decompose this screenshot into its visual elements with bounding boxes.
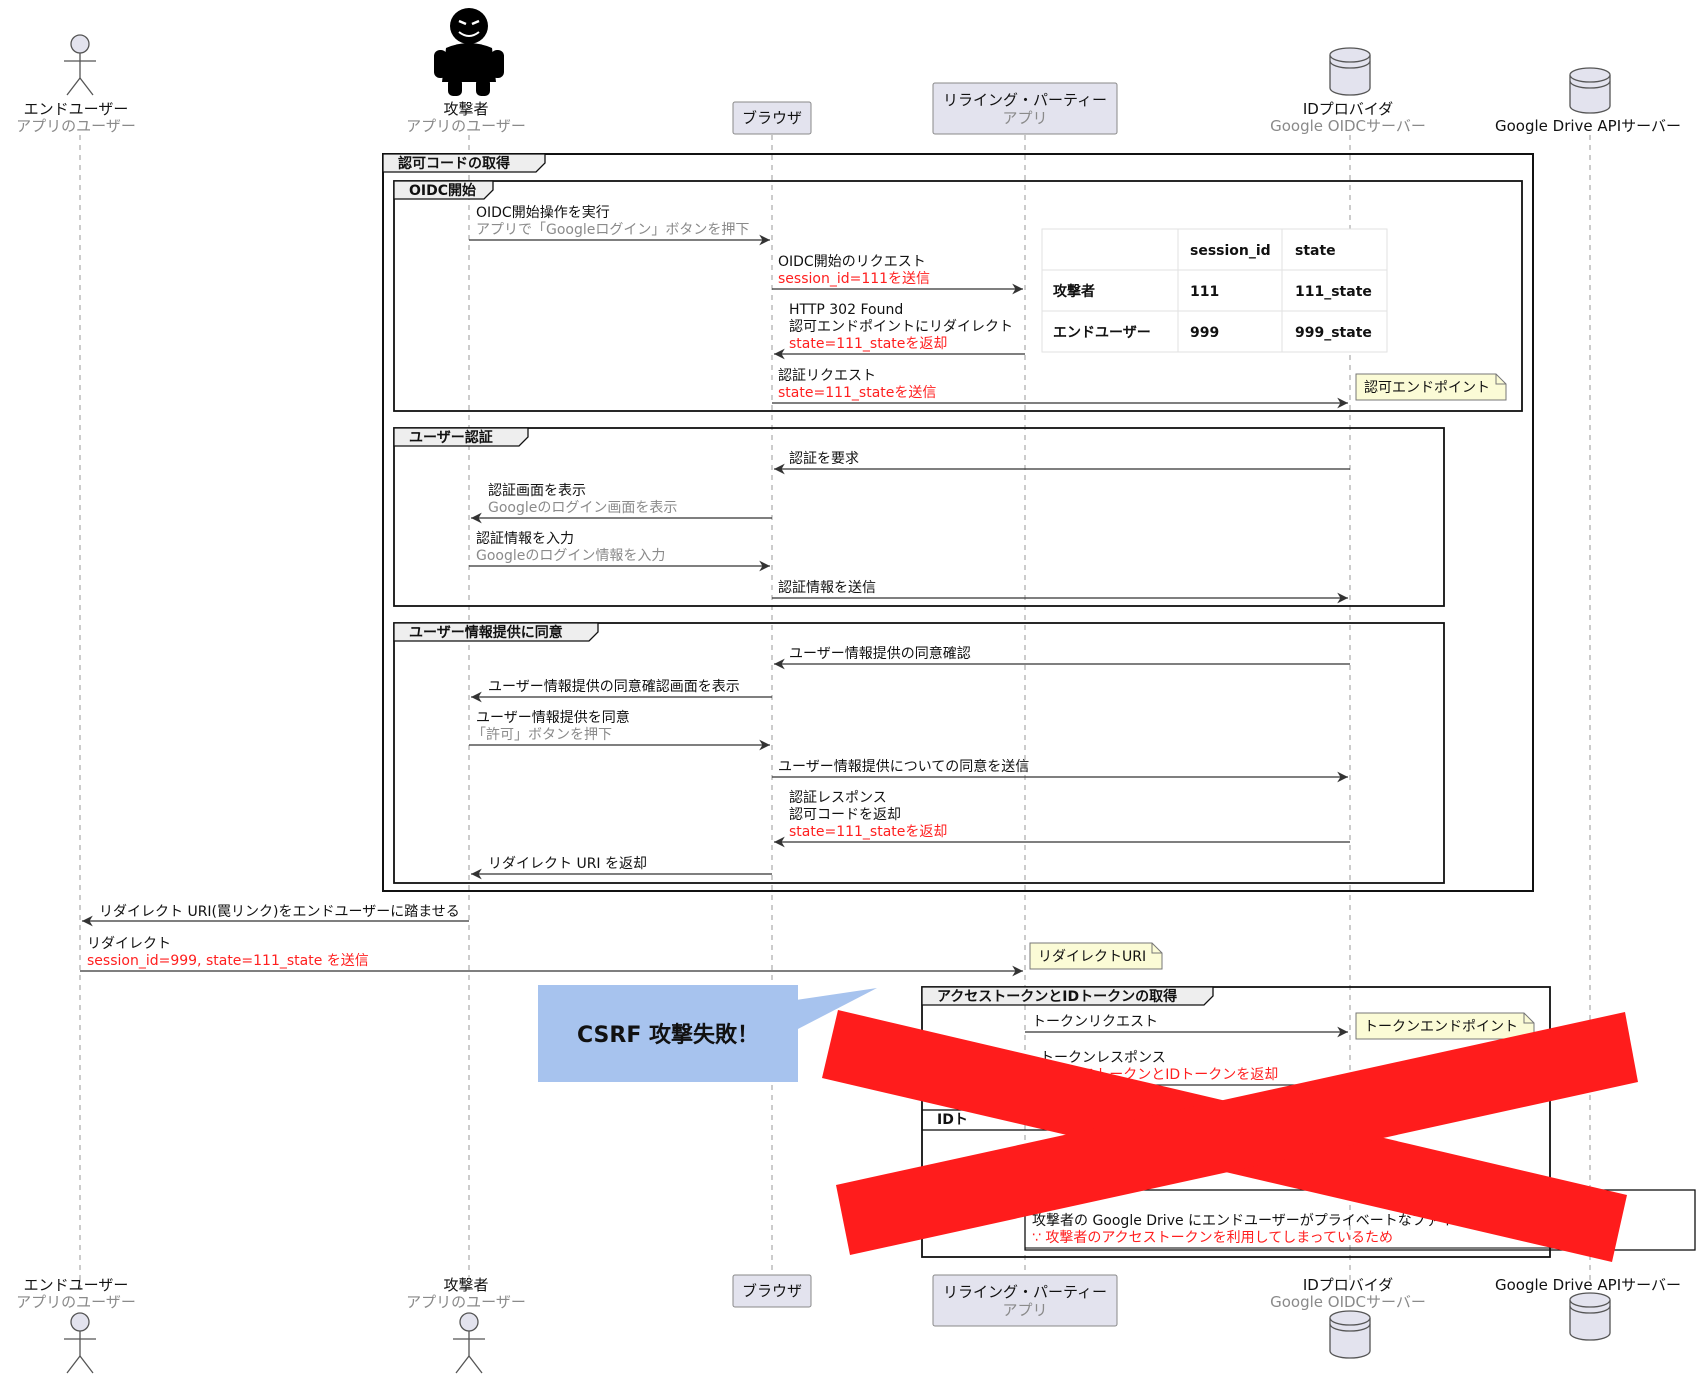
- participant-sub: アプリのユーザー: [16, 117, 136, 135]
- msg-m11-line1: ユーザー情報提供を同意: [476, 709, 630, 726]
- sequence-diagram: エンドユーザー アプリのユーザー 攻撃者 アプリのユーザー ブラウザ リライング…: [16, 8, 1696, 1374]
- session-table: session_id state 攻撃者 111 111_state エンドユー…: [1041, 228, 1388, 353]
- msg-m6-line2: Googleのログイン画面を表示: [488, 500, 677, 516]
- participant-rp-top: リライング・パーティー アプリ: [932, 82, 1118, 135]
- message-labels: OIDC開始操作を実行 アプリで「Googleログイン」ボタンを押下 OIDC開…: [87, 205, 1454, 1246]
- msg-m19-line1: 攻撃者の Google Drive にエンドユーザーがプライベートなファイ: [1032, 1213, 1454, 1229]
- participant-name: IDプロバイダ: [1303, 1276, 1393, 1294]
- note-text: リダイレクトURI: [1038, 949, 1146, 965]
- msg-m1-line1: OIDC開始操作を実行: [476, 205, 610, 221]
- participant-name: エンドユーザー: [24, 1276, 129, 1294]
- group-label: アクセストークンとIDトークンの取得: [937, 988, 1177, 1005]
- group-label: OIDC開始: [409, 182, 476, 199]
- msg-m1-line2: アプリで「Googleログイン」ボタンを押下: [476, 222, 749, 238]
- msg-m2-line1: OIDC開始のリクエスト: [778, 254, 926, 270]
- participant-sub: アプリのユーザー: [16, 1293, 136, 1311]
- table-header-session-id: session_id: [1190, 243, 1271, 259]
- msg-m13-line3: state=111_stateを返却: [789, 824, 947, 840]
- participant-name: エンドユーザー: [24, 100, 129, 118]
- note-token-endpoint: トークンエンドポイント: [1355, 1012, 1535, 1040]
- table-cell: 999: [1190, 325, 1219, 341]
- msg-m12: ユーザー情報提供についての同意を送信: [778, 758, 1029, 775]
- participant-gdrive-bottom: Google Drive APIサーバー: [1495, 1276, 1681, 1341]
- table-cell: 111: [1190, 284, 1219, 300]
- participant-name: Google Drive APIサーバー: [1495, 1276, 1681, 1294]
- participant-sub: アプリのユーザー: [406, 1293, 526, 1311]
- msg-m5: 認証を要求: [789, 451, 859, 467]
- participant-name: ブラウザ: [742, 109, 802, 127]
- participant-name: リライング・パーティー: [943, 1283, 1107, 1301]
- msg-m13-line1: 認証レスポンス: [789, 790, 887, 806]
- participant-idp-bottom: IDプロバイダ Google OIDCサーバー: [1270, 1276, 1426, 1359]
- actor-icon: [453, 1312, 485, 1374]
- msg-m7-line2: Googleのログイン情報を入力: [476, 548, 665, 564]
- database-icon: [1329, 1310, 1371, 1359]
- participant-name: 攻撃者: [443, 100, 488, 118]
- participant-name: ブラウザ: [742, 1282, 802, 1300]
- msg-m4-line1: 認証リクエスト: [778, 368, 876, 384]
- table-header-state: state: [1295, 243, 1336, 259]
- participant-attacker-bottom: 攻撃者 アプリのユーザー: [406, 1276, 526, 1374]
- group-label: IDト: [937, 1112, 968, 1128]
- database-icon: [1329, 47, 1371, 96]
- participant-name: IDプロバイダ: [1303, 100, 1393, 118]
- msg-m6-line1: 認証画面を表示: [488, 483, 586, 499]
- msg-m9: ユーザー情報提供の同意確認: [789, 645, 971, 662]
- note-authz-endpoint: 認可エンドポイント: [1355, 373, 1507, 401]
- participant-attacker-top: 攻撃者 アプリのユーザー: [406, 8, 526, 135]
- table-cell: 攻撃者: [1053, 283, 1095, 300]
- group-label: ユーザー情報提供に同意: [409, 624, 563, 641]
- msg-m16-line2: session_id=999, state=111_state を送信: [87, 953, 369, 969]
- note-text: トークンエンドポイント: [1364, 1019, 1518, 1035]
- msg-m8: 認証情報を送信: [778, 580, 876, 596]
- msg-m11-line2: 「許可」ボタンを押下: [472, 727, 612, 743]
- actor-icon: [64, 34, 96, 96]
- msg-m10: ユーザー情報提供の同意確認画面を表示: [488, 678, 740, 695]
- msg-m15: リダイレクト URI(罠リンク)をエンドユーザーに踏ませる: [99, 904, 460, 920]
- group-label: 認可コードの取得: [398, 155, 510, 172]
- participant-rp-bottom: リライング・パーティー アプリ: [932, 1274, 1118, 1327]
- attacker-icon: [434, 8, 504, 96]
- msg-m3-line1: HTTP 302 Found: [789, 302, 903, 318]
- database-icon: [1569, 67, 1611, 114]
- participant-browser-bottom: ブラウザ: [732, 1274, 812, 1308]
- msg-m2-line2: session_id=111を送信: [778, 271, 930, 287]
- msg-m17: トークンリクエスト: [1032, 1014, 1158, 1030]
- msg-m4-line2: state=111_stateを送信: [778, 385, 936, 401]
- participant-sub: アプリ: [1002, 1301, 1047, 1319]
- group-label: ユーザー認証: [409, 429, 493, 446]
- participant-sub: Google OIDCサーバー: [1270, 117, 1426, 135]
- participant-enduser-bottom: エンドユーザー アプリのユーザー: [16, 1276, 136, 1374]
- database-icon: [1569, 1292, 1611, 1341]
- participant-idp-top: IDプロバイダ Google OIDCサーバー: [1270, 47, 1426, 135]
- group-consent: ユーザー情報提供に同意: [393, 622, 1445, 884]
- note-text: 認可エンドポイント: [1364, 380, 1490, 396]
- note-redirect-uri: リダイレクトURI: [1029, 942, 1163, 970]
- actor-icon: [64, 1312, 96, 1374]
- msg-m19-line2: ∵ 攻撃者のアクセストークンを利用してしまっているため: [1032, 1230, 1393, 1246]
- msg-m14: リダイレクト URI を返却: [488, 856, 647, 872]
- participant-sub: アプリのユーザー: [406, 117, 526, 135]
- participant-sub: Google OIDCサーバー: [1270, 1293, 1426, 1311]
- msg-m3-line3: state=111_stateを返却: [789, 336, 947, 352]
- table-cell: 999_state: [1295, 325, 1372, 341]
- participant-gdrive-top: Google Drive APIサーバー: [1495, 67, 1681, 135]
- participant-enduser-top: エンドユーザー アプリのユーザー: [16, 34, 136, 135]
- participant-sub: アプリ: [1002, 109, 1047, 127]
- table-cell: 111_state: [1295, 284, 1372, 300]
- participant-browser-top: ブラウザ: [732, 101, 812, 135]
- table-cell: エンドユーザー: [1053, 325, 1151, 341]
- msg-m7-line1: 認証情報を入力: [476, 531, 574, 547]
- msg-m13-line2: 認可コードを返却: [789, 807, 901, 823]
- participant-name: 攻撃者: [443, 1276, 488, 1294]
- participant-name: リライング・パーティー: [943, 91, 1107, 109]
- participant-name: Google Drive APIサーバー: [1495, 117, 1681, 135]
- msg-m3-line2: 認可エンドポイントにリダイレクト: [789, 319, 1013, 335]
- group-user-auth: ユーザー認証: [393, 427, 1445, 607]
- callout-text: CSRF 攻撃失敗！: [577, 1022, 759, 1048]
- msg-m16-line1: リダイレクト: [87, 936, 171, 952]
